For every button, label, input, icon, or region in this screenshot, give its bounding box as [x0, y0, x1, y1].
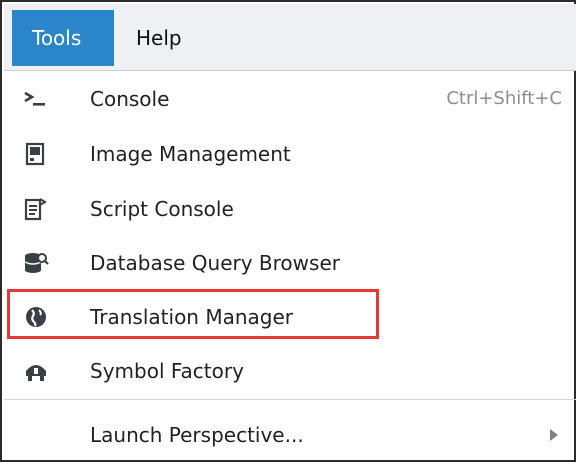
image-management-icon: [22, 140, 50, 168]
symbol-factory-icon: [22, 357, 50, 385]
menu-item-label: Symbol Factory: [90, 359, 244, 383]
globe-icon: [22, 303, 50, 331]
menu-separator: [4, 399, 576, 400]
menu-item-label: Database Query Browser: [90, 251, 340, 275]
database-search-icon: [22, 249, 50, 277]
tools-menu-window: Tools Help Console Ctrl+Shift+C Image Ma…: [0, 0, 576, 462]
menu-item-label: Script Console: [90, 197, 234, 221]
menu-item-database-query-browser[interactable]: Database Query Browser: [4, 236, 576, 290]
console-prompt-icon: [22, 85, 50, 113]
menu-item-label: Image Management: [90, 142, 291, 166]
menu-item-label: Launch Perspective...: [90, 423, 304, 447]
menu-item-translation-manager[interactable]: Translation Manager: [4, 290, 576, 344]
menu-item-label: Translation Manager: [90, 305, 293, 329]
chevron-right-icon: [550, 429, 558, 441]
menu-help[interactable]: Help: [116, 10, 206, 66]
menu-item-symbol-factory[interactable]: Symbol Factory: [4, 344, 576, 398]
menu-item-label: Console: [90, 87, 170, 111]
script-console-icon: [22, 195, 50, 223]
menu-tools[interactable]: Tools: [12, 10, 114, 66]
menu-item-script-console[interactable]: Script Console: [4, 182, 576, 236]
menu-item-launch-perspective[interactable]: Launch Perspective...: [4, 408, 576, 462]
menu-bar: Tools Help: [4, 4, 576, 71]
menu-item-console[interactable]: Console Ctrl+Shift+C: [4, 72, 576, 126]
keyboard-shortcut: Ctrl+Shift+C: [446, 88, 562, 109]
menu-item-image-management[interactable]: Image Management: [4, 127, 576, 181]
